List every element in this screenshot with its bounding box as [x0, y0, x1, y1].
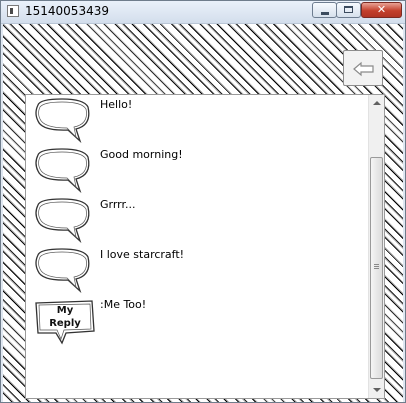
- close-button[interactable]: ✕: [361, 2, 402, 18]
- scroll-thumb[interactable]: [370, 157, 383, 379]
- window-title: 15140053439: [25, 4, 109, 18]
- list-item: Grrrr...: [32, 197, 352, 244]
- list-item: Good morning!: [32, 147, 352, 194]
- back-button[interactable]: [343, 50, 383, 86]
- app-icon: [7, 5, 19, 17]
- list-item: Hello!: [32, 97, 352, 144]
- minimize-button[interactable]: [312, 2, 337, 18]
- title-bar[interactable]: 15140053439 ✕: [1, 1, 405, 24]
- list-item: My Reply :Me Too!: [32, 297, 352, 345]
- reply-label-line1: My: [56, 305, 74, 316]
- chat-panel: Hello! Good morning! Grrrr... I love sta…: [25, 94, 385, 399]
- speech-bubble-icon: [35, 148, 90, 194]
- patterned-background: Hello! Good morning! Grrrr... I love sta…: [3, 24, 403, 402]
- message-text: Hello!: [100, 98, 133, 111]
- scroll-up-button[interactable]: [369, 95, 385, 111]
- message-text: I love starcraft!: [100, 248, 185, 261]
- message-text: Good morning!: [100, 148, 183, 161]
- reply-label-line2: Reply: [49, 318, 81, 329]
- vertical-scrollbar[interactable]: [368, 95, 384, 398]
- scroll-down-button[interactable]: [369, 382, 385, 398]
- close-icon: ✕: [376, 3, 387, 16]
- app-window: 15140053439 ✕ Hello! Good morning! Grrrr…: [0, 0, 406, 403]
- list-item: I love starcraft!: [32, 247, 352, 294]
- back-arrow-icon: [353, 61, 374, 77]
- maximize-button[interactable]: [336, 2, 361, 18]
- speech-bubble-icon: [35, 248, 90, 294]
- message-text: :Me Too!: [100, 298, 147, 311]
- speech-bubble-icon: [35, 198, 90, 244]
- message-text: Grrrr...: [100, 198, 136, 211]
- speech-bubble-icon: [35, 98, 90, 144]
